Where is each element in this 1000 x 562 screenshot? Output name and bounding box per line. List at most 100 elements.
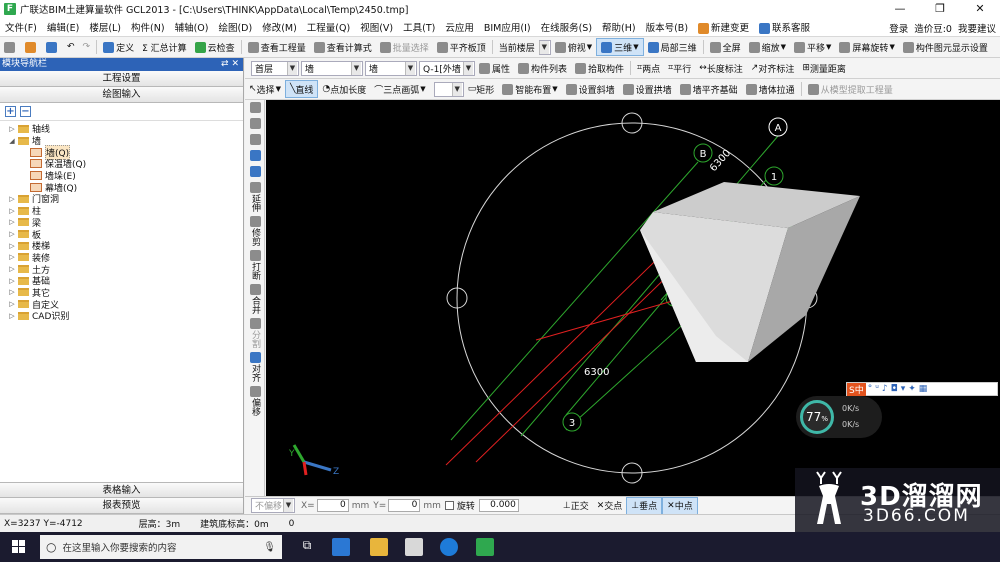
parallel-button[interactable]: ⌗ 平行 bbox=[664, 58, 695, 79]
collapse-icon[interactable]: ◢ bbox=[8, 137, 16, 145]
perpendicular-toggle[interactable]: ⊥ 垂点 bbox=[626, 496, 663, 515]
menu-cloud[interactable]: 云应用 bbox=[440, 20, 479, 34]
drawing-input-button[interactable]: 绘图输入 bbox=[0, 87, 243, 103]
menu-view[interactable]: 视图(V) bbox=[355, 20, 398, 34]
menu-new-change[interactable]: 新建变更 bbox=[693, 20, 754, 34]
edge-browser-icon[interactable] bbox=[440, 538, 458, 556]
move-tool[interactable] bbox=[245, 148, 265, 164]
canvas-drawing[interactable]: A B 1 2 3 6300 6300 Y Z bbox=[266, 100, 1000, 496]
tree-item[interactable]: 墙垛(E) bbox=[0, 170, 243, 182]
expand-icon[interactable]: ▷ bbox=[8, 300, 16, 308]
length-dim-button[interactable]: ↔ 长度标注 bbox=[695, 58, 747, 79]
suggest-link[interactable]: 我要建议 bbox=[958, 21, 996, 35]
expand-icon[interactable]: ▷ bbox=[8, 230, 16, 238]
table-input-button[interactable]: 表格输入 bbox=[0, 482, 243, 498]
intersection-toggle[interactable]: ✕ 交点 bbox=[593, 495, 627, 516]
minimize-button[interactable]: — bbox=[880, 0, 920, 18]
two-points-button[interactable]: ⌗ 两点 bbox=[633, 58, 664, 79]
extract-quantity-button[interactable]: 从模型提取工程量 bbox=[804, 79, 897, 100]
x-input[interactable]: 0 bbox=[316, 499, 349, 512]
tree-item[interactable]: ▷ 板 bbox=[0, 228, 243, 241]
view-quantity-button[interactable]: 查看工程量 bbox=[244, 37, 310, 58]
align-slab-top-button[interactable]: 平齐板顶 bbox=[433, 37, 490, 58]
pan-button[interactable]: 平移 ▼ bbox=[790, 37, 835, 58]
midpoint-toggle[interactable]: ✕ 中点 bbox=[662, 496, 698, 515]
menu-version[interactable]: 版本号(B) bbox=[641, 20, 693, 34]
task-view-icon[interactable]: ⧉ bbox=[298, 538, 316, 556]
expand-all-icon[interactable]: + bbox=[5, 106, 16, 117]
properties-button[interactable]: 属性 bbox=[475, 58, 514, 79]
split-tool[interactable]: 分割 bbox=[245, 316, 265, 350]
tree-item[interactable]: 墙(Q) bbox=[0, 144, 243, 160]
batch-select-button[interactable]: 批量选择 bbox=[376, 37, 433, 58]
pin-close-icons[interactable]: ⇄ ✕ bbox=[221, 58, 239, 71]
menu-component[interactable]: 构件(N) bbox=[126, 20, 170, 34]
break-tool[interactable]: 打断 bbox=[245, 248, 265, 282]
menu-floor[interactable]: 楼层(L) bbox=[84, 20, 126, 34]
floor-select[interactable]: 首层 ▼ bbox=[251, 60, 299, 76]
erase-tool[interactable] bbox=[245, 116, 265, 132]
menu-online[interactable]: 在线服务(S) bbox=[536, 20, 597, 34]
login-link[interactable]: 登录 bbox=[889, 21, 908, 35]
rectangle-button[interactable]: ▭ 矩形 bbox=[464, 79, 499, 100]
tree-item[interactable]: ▷ 轴线 bbox=[0, 123, 243, 135]
tree-item[interactable]: ▷ 土方 bbox=[0, 263, 243, 276]
ortho-toggle[interactable]: ⊥ 正交 bbox=[559, 495, 593, 516]
smart-layout-button[interactable]: 智能布置 ▼ bbox=[498, 79, 561, 100]
cloud-check-button[interactable]: 云检查 bbox=[191, 37, 239, 58]
type-select[interactable]: 墙 ▼ bbox=[301, 60, 363, 76]
trim-tool[interactable]: 修剪 bbox=[245, 214, 265, 248]
drawing-canvas[interactable]: A B 1 2 3 6300 6300 Y Z bbox=[266, 100, 1000, 496]
menu-quantity[interactable]: 工程量(Q) bbox=[302, 20, 355, 34]
taskbar-search[interactable]: ○ 在这里输入你要搜索的内容 🎙 bbox=[40, 535, 282, 559]
new-file-button[interactable] bbox=[0, 37, 21, 58]
expand-icon[interactable]: ▷ bbox=[8, 195, 16, 203]
rotate-checkbox[interactable] bbox=[444, 501, 454, 510]
tree-item[interactable]: ▷ 门窗洞 bbox=[0, 193, 243, 205]
tree-item[interactable]: 保温墙(Q) bbox=[0, 158, 243, 170]
fullscreen-button[interactable]: 全屏 bbox=[706, 37, 745, 58]
tree-item[interactable]: ▷ CAD识别 bbox=[0, 310, 243, 322]
zoom-button[interactable]: 缩放 ▼ bbox=[745, 37, 790, 58]
3d-view-button[interactable]: 三维 ▼ bbox=[596, 38, 644, 56]
view-formula-button[interactable]: 查看计算式 bbox=[310, 37, 376, 58]
select-button[interactable]: ↖ 选择 ▼ bbox=[245, 79, 285, 100]
expand-icon[interactable]: ▷ bbox=[8, 288, 16, 296]
menu-edit[interactable]: 编辑(E) bbox=[42, 20, 84, 34]
component-select[interactable]: Q-1[外墙 ▼ bbox=[419, 60, 475, 76]
floor-dropdown[interactable]: ▼ bbox=[538, 39, 551, 55]
expand-icon[interactable]: ▷ bbox=[8, 277, 16, 285]
align-tool[interactable]: 对齐 bbox=[245, 350, 265, 384]
file-explorer-icon[interactable] bbox=[370, 538, 388, 556]
project-settings-button[interactable]: 工程设置 bbox=[0, 71, 243, 87]
top-view-button[interactable]: 俯视 ▼ bbox=[551, 37, 596, 58]
maximize-button[interactable]: ❐ bbox=[920, 0, 960, 18]
tree-item[interactable]: ▷ 柱 bbox=[0, 205, 243, 217]
wall-through-button[interactable]: 墙体拉通 bbox=[742, 79, 799, 100]
menu-modify[interactable]: 修改(M) bbox=[257, 20, 302, 34]
offset-mode-select[interactable]: 不偏移 ▼ bbox=[251, 498, 295, 513]
windows-start-icon[interactable] bbox=[12, 540, 26, 554]
rotate-tool[interactable] bbox=[245, 164, 265, 180]
menu-draw[interactable]: 绘图(D) bbox=[213, 20, 257, 34]
menu-aux-axis[interactable]: 辅轴(O) bbox=[170, 20, 214, 34]
three-point-arc-button[interactable]: ⌒ 三点画弧 ▼ bbox=[370, 79, 429, 100]
glodon-app-icon[interactable] bbox=[476, 538, 494, 556]
expand-icon[interactable]: ▷ bbox=[8, 218, 16, 226]
expand-icon[interactable]: ▷ bbox=[8, 242, 16, 250]
summary-calc-button[interactable]: Σ 汇总计算 bbox=[138, 37, 191, 58]
report-preview-button[interactable]: 报表预览 bbox=[0, 498, 243, 514]
tree-item[interactable]: ▷ 基础 bbox=[0, 275, 243, 287]
measure-button[interactable]: ⊞ 测量距离 bbox=[798, 58, 850, 79]
app-icon-1[interactable] bbox=[332, 538, 350, 556]
mic-icon[interactable]: 🎙 bbox=[263, 542, 276, 553]
tree-item[interactable]: ▷ 楼梯 bbox=[0, 240, 243, 252]
expand-icon[interactable]: ▷ bbox=[8, 253, 16, 261]
define-button[interactable]: 定义 bbox=[99, 37, 138, 58]
menu-file[interactable]: 文件(F) bbox=[0, 20, 42, 34]
wall-align-foundation-button[interactable]: 墙平齐基础 bbox=[676, 79, 742, 100]
tree-item[interactable]: ▷ 其它 bbox=[0, 287, 243, 299]
expand-icon[interactable]: ▷ bbox=[8, 207, 16, 215]
component-list-button[interactable]: 构件列表 bbox=[514, 58, 571, 79]
mirror-tool[interactable] bbox=[245, 132, 265, 148]
